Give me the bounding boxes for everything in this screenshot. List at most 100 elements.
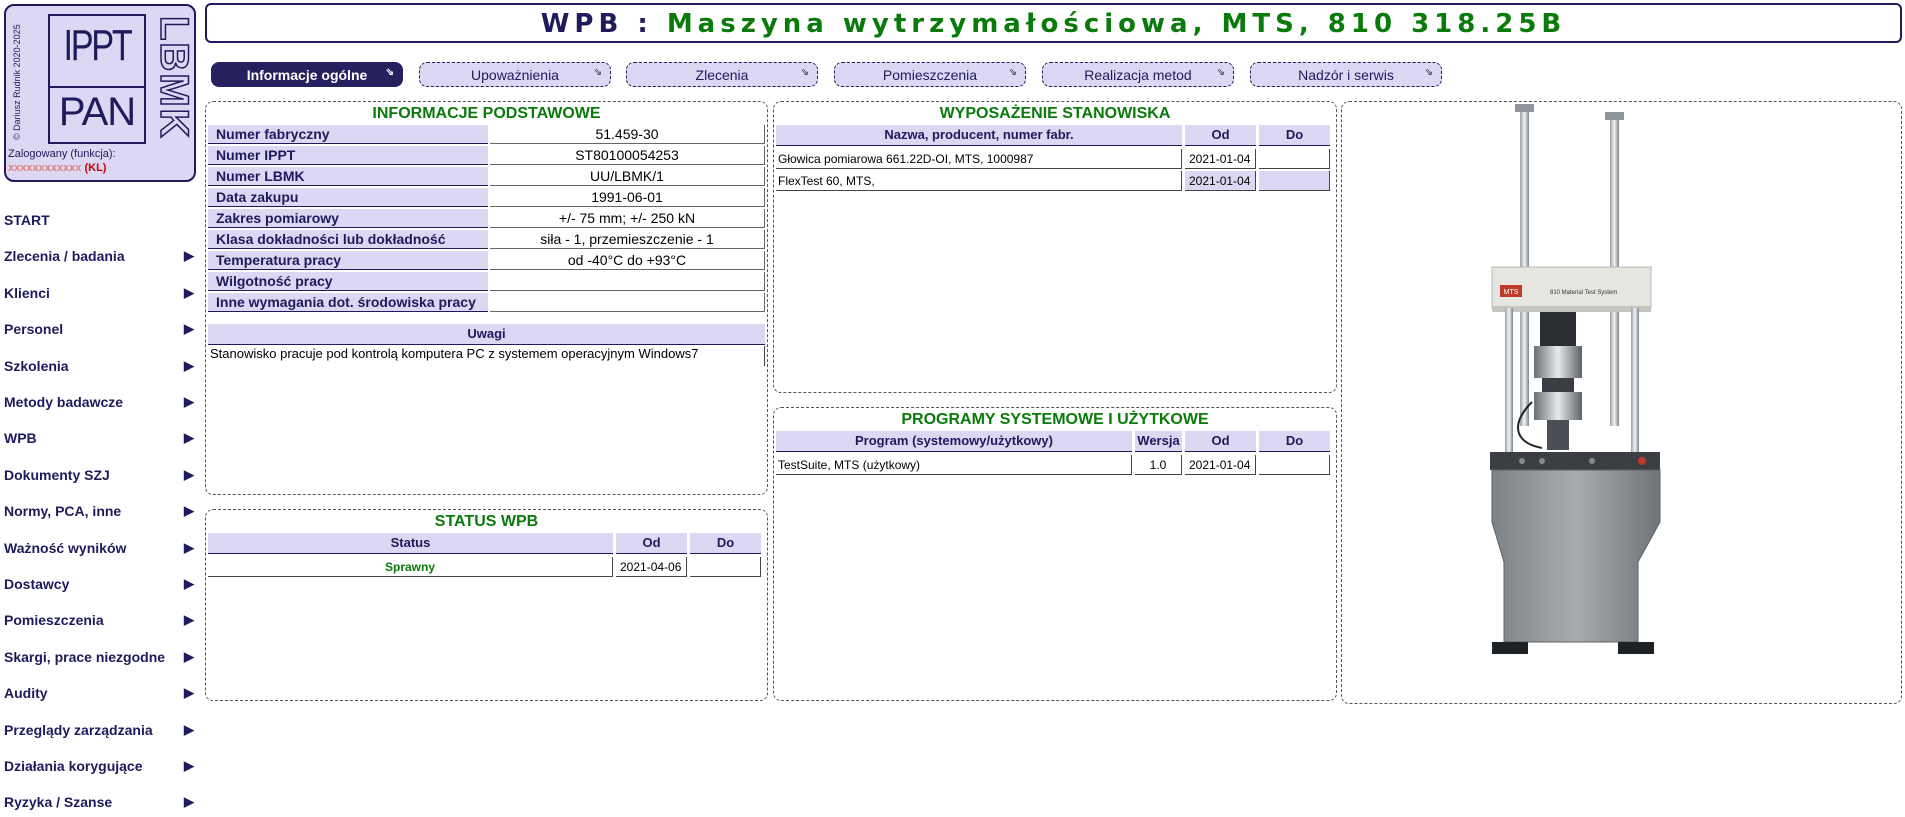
sidebar-item-label: Metody badawcze xyxy=(4,394,124,410)
equipment-row-do xyxy=(1259,149,1330,169)
status-panel: STATUS WPB Status Od Do Sprawny 2021-04-… xyxy=(205,509,768,701)
machine-caption: 810 Material Test System xyxy=(1550,290,1617,296)
info-row-value: ST80100054253 xyxy=(490,146,765,165)
sidebar-item-audity[interactable]: Audity ▶ xyxy=(0,678,200,708)
info-table: Numer fabryczny 51.459-30 Numer IPPT ST8010… xyxy=(206,123,767,314)
tab-label: Nadzór i serwis xyxy=(1298,66,1394,83)
tab-label: Zlecenia xyxy=(695,66,749,83)
status-od: 2021-04-06 xyxy=(616,557,687,577)
tab-label: Informacje ogólne xyxy=(246,66,368,83)
sidebar-item-label: Zlecenia / badania xyxy=(4,248,125,265)
sidebar-item-personel[interactable]: Personel ▶ xyxy=(0,314,200,344)
sidebar-item-ryzyka-szanse[interactable]: Ryzyka / Szanse ▶ xyxy=(0,787,200,817)
submenu-arrow-icon: ▶ xyxy=(184,685,194,701)
tab-nadzor-i-serwis[interactable]: Nadzór i serwis ⇘ xyxy=(1250,62,1442,87)
tab-realizacja-metod[interactable]: Realizacja metod ⇘ xyxy=(1042,62,1234,87)
external-link-icon: ⇘ xyxy=(1424,67,1433,78)
sidebar-item-label: Normy, PCA, inne xyxy=(4,503,122,520)
info-row-value: 51.459-30 xyxy=(490,125,765,144)
equipment-panel-title: WYPOSAŻENIE STANOWISKA xyxy=(939,105,1171,122)
login-user-name: xxxxxxxxxxxx xyxy=(8,162,82,174)
sidebar-item-metody-badawcze[interactable]: Metody badawcze ▶ xyxy=(0,387,200,417)
info-row-value: 1991-06-01 xyxy=(490,188,765,207)
ippt-pan-logo: IPPT PAN xyxy=(48,14,146,144)
external-link-icon: ⇘ xyxy=(800,67,809,78)
external-link-icon: ⇘ xyxy=(1008,67,1017,78)
od-col-header: Od xyxy=(616,533,687,554)
testing-machine-photo: MTS 810 Material Test System xyxy=(1490,104,1661,654)
info-row: Zakres pomiarowy +/- 75 mm; +/- 250 kN xyxy=(208,209,765,228)
submenu-arrow-icon: ▶ xyxy=(184,430,194,446)
program-row-do xyxy=(1259,455,1330,475)
info-row-value: UU/LBMK/1 xyxy=(490,167,765,186)
sidebar-item-start[interactable]: START xyxy=(0,205,200,235)
do-col-header: Do xyxy=(1259,431,1330,452)
info-panel-title: INFORMACJE PODSTAWOWE xyxy=(372,105,601,122)
sidebar-item-label: Przeglądy zarządzania xyxy=(4,721,153,738)
submenu-arrow-icon: ▶ xyxy=(184,794,194,810)
info-row-key: Temperatura pracy xyxy=(208,251,488,270)
sidebar-item-pomieszczenia[interactable]: Pomieszczenia ▶ xyxy=(0,605,200,635)
login-user[interactable]: xxxxxxxxxxxx (KL) xyxy=(8,162,106,174)
tab-pomieszczenia[interactable]: Pomieszczenia ⇘ xyxy=(834,62,1026,87)
sidebar-item-label: Szkolenia xyxy=(4,357,69,374)
program-row-version: 1.0 xyxy=(1135,455,1182,475)
external-link-icon: ⇘ xyxy=(1216,67,1225,78)
submenu-arrow-icon: ▶ xyxy=(184,248,194,264)
info-row: Wilgotność pracy xyxy=(208,272,765,291)
info-row-value xyxy=(490,293,765,312)
pan-logo-text: PAN xyxy=(50,86,144,136)
equipment-row-name: Głowica pomiarowa 661.22D-OI, MTS, 10009… xyxy=(776,149,1182,169)
page-title-text: Maszyna wytrzymałościowa, MTS, 810 318.2… xyxy=(666,9,1567,39)
equipment-name-col-header: Nazwa, producent, numer fabr. xyxy=(776,125,1182,146)
tab-upowaznienia[interactable]: Upoważnienia ⇘ xyxy=(419,62,611,87)
sidebar-item-label: Ryzyka / Szanse xyxy=(4,794,113,811)
sidebar-item-dokumenty-szj[interactable]: Dokumenty SZJ ▶ xyxy=(0,460,200,490)
info-row-key: Numer fabryczny xyxy=(208,125,488,144)
sidebar-item-skargi-prace-niezgodne[interactable]: Skargi, prace niezgodne ▶ xyxy=(0,642,200,672)
external-link-icon: ⇘ xyxy=(385,67,394,78)
login-user-role: (KL) xyxy=(84,162,107,174)
do-col-header: Do xyxy=(1259,125,1330,146)
version-col-header: Wersja xyxy=(1135,431,1182,452)
equipment-panel: WYPOSAŻENIE STANOWISKA Nazwa, producent,… xyxy=(773,101,1337,393)
info-row-key: Zakres pomiarowy xyxy=(208,209,488,228)
submenu-arrow-icon: ▶ xyxy=(184,576,194,591)
equipment-row-od: 2021-01-04 xyxy=(1185,171,1256,191)
ippt-logo-text: IPPT xyxy=(63,21,133,70)
equipment-row-do xyxy=(1259,171,1330,191)
info-row-key: Wilgotność pracy xyxy=(208,272,488,291)
status-col-header: Status xyxy=(208,533,613,554)
sidebar-item-ważność-wyników[interactable]: Ważność wyników ▶ xyxy=(0,533,200,563)
info-row-value: od -40°C do +93°C xyxy=(490,251,765,270)
sidebar-item-label: Dokumenty SZJ xyxy=(4,466,110,483)
sidebar-item-zlecenia-badania[interactable]: Zlecenia / badania ▶ xyxy=(0,241,200,271)
tab-informacje-ogolne[interactable]: Informacje ogólne ⇘ xyxy=(211,62,403,87)
sidebar-item-dostawcy[interactable]: Dostawcy ▶ xyxy=(0,569,200,599)
tab-zlecenia[interactable]: Zlecenia ⇘ xyxy=(626,62,818,87)
submenu-arrow-icon: ▶ xyxy=(184,394,194,409)
sidebar-item-działania-korygujące[interactable]: Działania korygujące ▶ xyxy=(0,751,200,781)
equipment-row-name: FlexTest 60, MTS, xyxy=(776,171,1182,191)
submenu-arrow-icon: ▶ xyxy=(184,503,194,519)
info-row-key: Inne wymagania dot. środowiska pracy xyxy=(208,293,488,312)
sidebar-item-label: Personel xyxy=(4,321,64,338)
sidebar-item-label: Skargi, prace niezgodne xyxy=(4,648,166,665)
sidebar-item-przeglądy-zarządzania[interactable]: Przeglądy zarządzania ▶ xyxy=(0,715,200,745)
submenu-arrow-icon: ▶ xyxy=(184,321,194,337)
info-row-value: +/- 75 mm; +/- 250 kN xyxy=(490,209,765,228)
info-row-key: Numer LBMK xyxy=(208,167,488,186)
sidebar-item-wpb[interactable]: WPB ▶ xyxy=(0,423,200,453)
od-col-header: Od xyxy=(1185,431,1256,452)
mts-brand-text: MTS xyxy=(1504,289,1519,296)
sidebar-item-szkolenia[interactable]: Szkolenia ▶ xyxy=(0,351,200,381)
info-row: Inne wymagania dot. środowiska pracy xyxy=(208,293,765,312)
equipment-photo-panel: MTS 810 Material Test System xyxy=(1341,101,1902,704)
submenu-arrow-icon: ▶ xyxy=(184,357,194,373)
notes-text: Stanowisko pracuje pod kontrolą komputer… xyxy=(208,346,765,366)
lbmk-logo-text: LBMK xyxy=(151,15,197,140)
sidebar-item-normy-pca-inne[interactable]: Normy, PCA, inne ▶ xyxy=(0,496,200,526)
sidebar-item-klienci[interactable]: Klienci ▶ xyxy=(0,278,200,308)
od-col-header: Od xyxy=(1185,125,1256,146)
sidebar-item-label: Działania korygujące xyxy=(4,758,143,774)
